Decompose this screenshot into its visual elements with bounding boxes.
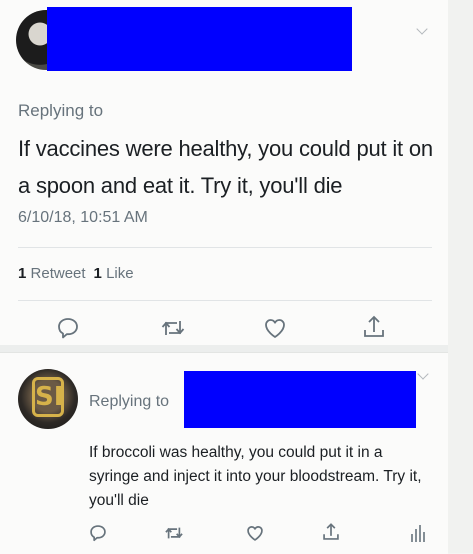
redacted-name-box bbox=[47, 7, 352, 71]
reply-tweet: SI Replying to If broccoli was healthy, … bbox=[0, 352, 448, 554]
edge-strip bbox=[448, 0, 473, 553]
like-icon[interactable] bbox=[245, 523, 265, 543]
redacted-handle-box bbox=[184, 371, 416, 428]
divider bbox=[18, 300, 432, 301]
tweet-stats: 1 Retweet 1 Like bbox=[18, 265, 134, 282]
like-icon[interactable] bbox=[262, 315, 288, 341]
replying-to-label: Replying to bbox=[89, 393, 170, 410]
retweet-icon[interactable] bbox=[163, 523, 185, 543]
tweet-timestamp[interactable]: 6/10/18, 10:51 AM bbox=[18, 209, 148, 227]
tweet-text: If vaccines were healthy, you could put … bbox=[18, 136, 433, 198]
retweet-icon[interactable] bbox=[159, 315, 187, 341]
avatar[interactable]: SI bbox=[18, 369, 78, 429]
divider bbox=[18, 247, 432, 248]
replying-to-label: Replying to bbox=[18, 101, 104, 120]
analytics-icon[interactable] bbox=[409, 523, 427, 543]
focused-tweet: Replying to If vaccines were healthy, yo… bbox=[0, 0, 448, 345]
chevron-down-icon[interactable] bbox=[417, 368, 429, 380]
tweet-text: If broccoli was healthy, you could put i… bbox=[89, 444, 422, 509]
reply-icon[interactable] bbox=[88, 523, 108, 543]
share-icon[interactable] bbox=[361, 313, 387, 341]
retweet-count[interactable]: 1 Retweet bbox=[18, 265, 86, 282]
share-icon[interactable] bbox=[321, 521, 341, 543]
avatar-monogram: SI bbox=[32, 377, 64, 417]
reply-icon[interactable] bbox=[55, 315, 81, 341]
like-count[interactable]: 1 Like bbox=[94, 265, 134, 282]
chevron-down-icon[interactable] bbox=[416, 23, 428, 35]
section-gap bbox=[0, 345, 448, 352]
